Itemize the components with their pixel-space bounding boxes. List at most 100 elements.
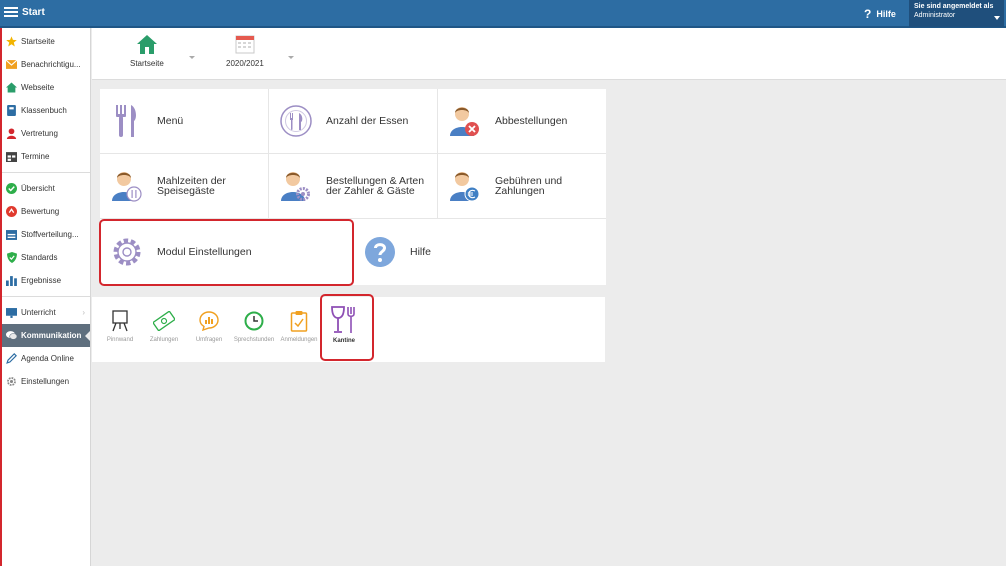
header-year-label: 2020/2021 xyxy=(226,59,264,68)
sidebar-item-label: Einstellungen xyxy=(21,377,70,386)
question-icon: ? xyxy=(864,7,872,21)
sidebar-item-termine[interactable]: Termine xyxy=(2,145,90,168)
check-circle-icon xyxy=(6,183,17,194)
app-label: Pinnwand xyxy=(106,337,134,343)
tile-label: Abbestellungen xyxy=(495,115,568,127)
pen-icon xyxy=(6,353,17,364)
tile-gebuehren-und-zahlungen[interactable]: Gebühren und Zahlungen xyxy=(438,154,606,219)
sidebar-item-klassenbuch[interactable]: Klassenbuch xyxy=(2,99,90,122)
tile-modul-einstellungen[interactable]: Modul Einstellungen xyxy=(100,219,353,285)
sidebar-item-label: Standards xyxy=(21,253,58,262)
sidebar-item-unterricht[interactable]: Unterricht › xyxy=(2,301,90,324)
sidebar-item-kommunikation[interactable]: Kommunikation xyxy=(2,324,90,347)
user-euro-icon xyxy=(448,169,482,203)
user-menu[interactable]: Sie sind angemeldet als Administrator xyxy=(909,0,1004,27)
sidebar-divider xyxy=(2,172,90,173)
user-meal-icon xyxy=(110,169,144,203)
gear-icon xyxy=(6,376,17,387)
top-bar: Start ? Hilfe Sie sind angemeldet als Ad… xyxy=(0,0,1006,28)
sidebar-item-label: Vertretung xyxy=(21,129,58,138)
rating-icon xyxy=(6,206,17,217)
sidebar-item-label: Klassenbuch xyxy=(21,106,67,115)
sidebar-item-benachrichtigungen[interactable]: Benachrichtigu... xyxy=(2,53,90,76)
tile-label: Modul Einstellungen xyxy=(157,246,252,258)
tile-hilfe[interactable]: Hilfe xyxy=(353,219,606,285)
sidebar-item-label: Unterricht xyxy=(21,308,56,317)
app-anmeldungen[interactable]: Anmeldungen xyxy=(276,309,322,343)
app-label: Zahlungen xyxy=(149,337,179,343)
chevron-down-icon xyxy=(994,16,1000,20)
app-title: Start xyxy=(22,7,45,18)
poll-icon xyxy=(198,309,220,333)
app-pinnwand[interactable]: Pinnwand xyxy=(97,309,143,343)
tile-bestellungen-arten[interactable]: Bestellungen & Arten der Zahler & Gäste xyxy=(269,154,438,219)
tile-anzahl-der-essen[interactable]: Anzahl der Essen xyxy=(269,89,438,154)
clipboard-icon xyxy=(288,309,310,333)
chevron-down-icon[interactable] xyxy=(288,56,294,59)
user-name: Administrator xyxy=(914,12,956,19)
sidebar-item-agenda-online[interactable]: Agenda Online xyxy=(2,347,90,370)
header-year-button[interactable]: 2020/2021 xyxy=(226,35,264,68)
header-home-label: Startseite xyxy=(130,59,164,68)
help-button[interactable]: ? Hilfe xyxy=(864,7,896,21)
tile-abbestellungen[interactable]: Abbestellungen xyxy=(438,89,606,154)
plate-icon xyxy=(279,104,313,138)
sidebar-item-label: Benachrichtigu... xyxy=(21,60,81,69)
kantine-tile-grid: Menü Anzahl der Essen Abbestellungen Mah… xyxy=(100,89,606,285)
sidebar-item-label: Bewertung xyxy=(21,207,60,216)
sidebar-divider xyxy=(2,296,90,297)
sidebar-item-einstellungen[interactable]: Einstellungen xyxy=(2,370,90,393)
gear-icon xyxy=(110,235,144,269)
tile-menu[interactable]: Menü xyxy=(100,89,269,154)
sidebar-item-standards[interactable]: Standards xyxy=(2,246,90,269)
app-label: Sprechstunden xyxy=(233,337,275,343)
help-circle-icon xyxy=(363,235,397,269)
sidebar-item-label: Startseite xyxy=(21,37,55,46)
tile-label: Bestellungen & Arten der Zahler & Gäste xyxy=(326,175,425,197)
hamburger-menu-icon[interactable] xyxy=(4,5,18,19)
home-icon xyxy=(6,82,17,93)
sidebar-item-webseite[interactable]: Webseite xyxy=(2,76,90,99)
app-sprechstunden[interactable]: Sprechstunden xyxy=(231,309,277,343)
person-icon xyxy=(6,128,17,139)
tile-label: Mahlzeiten der Speisegäste xyxy=(157,175,226,197)
tile-label: Anzahl der Essen xyxy=(326,115,409,127)
user-settings-icon xyxy=(279,169,313,203)
money-icon xyxy=(153,309,175,333)
app-label: Anmeldungen xyxy=(280,337,318,343)
module-header: Startseite 2020/2021 xyxy=(92,28,1006,80)
user-cancel-icon xyxy=(448,104,482,138)
bar-chart-icon xyxy=(6,275,17,286)
header-home-button[interactable]: Startseite xyxy=(130,35,164,68)
sidebar-item-label: Stoffverteilung... xyxy=(21,230,79,239)
home-icon xyxy=(136,35,157,56)
sidebar-item-uebersicht[interactable]: Übersicht xyxy=(2,177,90,200)
app-zahlungen[interactable]: Zahlungen xyxy=(141,309,187,343)
chat-icon xyxy=(6,330,17,341)
board-icon xyxy=(6,307,17,318)
sidebar-item-startseite[interactable]: Startseite xyxy=(2,30,90,53)
sidebar: Startseite Benachrichtigu... Webseite Kl… xyxy=(0,28,91,566)
sidebar-item-vertretung[interactable]: Vertretung xyxy=(2,122,90,145)
sidebar-item-label: Übersicht xyxy=(21,184,55,193)
sidebar-item-stoffverteilung[interactable]: Stoffverteilung... xyxy=(2,223,90,246)
wine-glass-fork-icon xyxy=(330,306,358,334)
book-icon xyxy=(6,105,17,116)
star-icon xyxy=(6,36,17,47)
sidebar-item-bewertung[interactable]: Bewertung xyxy=(2,200,90,223)
app-umfragen[interactable]: Umfragen xyxy=(186,309,232,343)
app-kantine[interactable]: Kantine xyxy=(321,306,367,344)
chevron-down-icon[interactable] xyxy=(189,56,195,59)
help-label: Hilfe xyxy=(876,9,896,19)
tile-mahlzeiten-der-speisegaeste[interactable]: Mahlzeiten der Speisegäste xyxy=(100,154,269,219)
tile-label: Hilfe xyxy=(410,246,432,258)
sidebar-item-ergebnisse[interactable]: Ergebnisse xyxy=(2,269,90,292)
sidebar-item-label: Termine xyxy=(21,152,50,161)
sidebar-item-label: Ergebnisse xyxy=(21,276,62,285)
app-label: Kantine xyxy=(332,338,355,344)
sidebar-item-label: Kommunikation xyxy=(21,331,82,340)
easel-icon xyxy=(109,309,131,333)
calendar-icon xyxy=(235,35,255,56)
tile-label: Menü xyxy=(157,115,184,127)
user-menu-label: Sie sind angemeldet als xyxy=(914,3,994,10)
